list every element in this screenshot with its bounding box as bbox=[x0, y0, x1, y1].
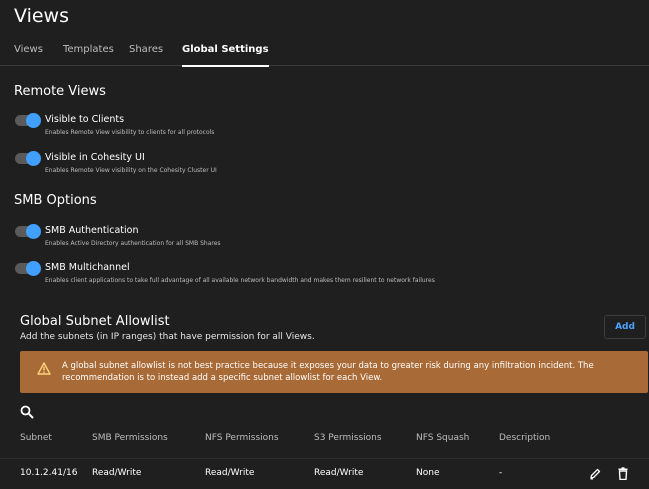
delete-icon[interactable] bbox=[617, 467, 629, 480]
add-subnet-button[interactable]: Add bbox=[604, 315, 646, 339]
toggle-label: Visible to Clients bbox=[45, 114, 125, 125]
smb-options-heading: SMB Options bbox=[14, 193, 97, 208]
smb-multichannel-toggle[interactable] bbox=[15, 261, 41, 276]
allowlist-subtitle: Add the subnets (in IP ranges) that have… bbox=[20, 332, 315, 342]
toggle-description: Enables client applications to take full… bbox=[45, 277, 435, 284]
remote-views-heading: Remote Views bbox=[14, 84, 106, 99]
edit-icon[interactable] bbox=[589, 467, 601, 480]
tab-global-settings[interactable]: Global Settings bbox=[182, 44, 269, 67]
toggle-description: Enables Remote View visibility on the Co… bbox=[45, 167, 217, 174]
tab-views[interactable]: Views bbox=[14, 44, 43, 55]
warning-icon bbox=[37, 362, 51, 375]
cell-smb-permissions: Read/Write bbox=[92, 468, 142, 478]
column-header-description[interactable]: Description bbox=[499, 433, 550, 443]
allowlist-heading: Global Subnet Allowlist bbox=[20, 314, 170, 329]
cell-nfs-permissions: Read/Write bbox=[205, 468, 255, 478]
table-row: 10.1.2.41/16 Read/Write Read/Write Read/… bbox=[0, 458, 649, 489]
cell-s3-permissions: Read/Write bbox=[314, 468, 364, 478]
search-icon[interactable] bbox=[20, 405, 34, 419]
column-header-smb-permissions[interactable]: SMB Permissions bbox=[92, 433, 168, 443]
toggle-description: Enables Active Directory authentication … bbox=[45, 240, 221, 247]
smb-authentication-toggle[interactable] bbox=[15, 224, 41, 239]
toggle-label: SMB Authentication bbox=[45, 225, 139, 236]
toggle-description: Enables Remote View visibility to client… bbox=[45, 129, 215, 136]
tab-templates[interactable]: Templates bbox=[63, 44, 114, 55]
toggle-label: Visible in Cohesity UI bbox=[45, 152, 145, 163]
column-header-nfs-permissions[interactable]: NFS Permissions bbox=[205, 433, 279, 443]
cell-nfs-squash: None bbox=[416, 468, 440, 478]
warning-text: A global subnet allowlist is not best pr… bbox=[62, 361, 594, 383]
visible-to-clients-toggle[interactable] bbox=[15, 113, 41, 128]
tab-shares[interactable]: Shares bbox=[129, 44, 163, 55]
table-header: Subnet SMB Permissions NFS Permissions S… bbox=[0, 428, 649, 456]
page-title: Views bbox=[14, 5, 69, 27]
warning-banner: A global subnet allowlist is not best pr… bbox=[20, 351, 648, 393]
column-header-nfs-squash[interactable]: NFS Squash bbox=[416, 433, 469, 443]
column-header-s3-permissions[interactable]: S3 Permissions bbox=[314, 433, 382, 443]
cell-subnet: 10.1.2.41/16 bbox=[20, 468, 78, 478]
toggle-label: SMB Multichannel bbox=[45, 262, 130, 273]
cell-description: - bbox=[499, 468, 503, 478]
visible-in-cohesity-ui-toggle[interactable] bbox=[15, 151, 41, 166]
column-header-subnet[interactable]: Subnet bbox=[20, 433, 52, 443]
tab-bar: Views Templates Shares Global Settings bbox=[0, 38, 649, 67]
